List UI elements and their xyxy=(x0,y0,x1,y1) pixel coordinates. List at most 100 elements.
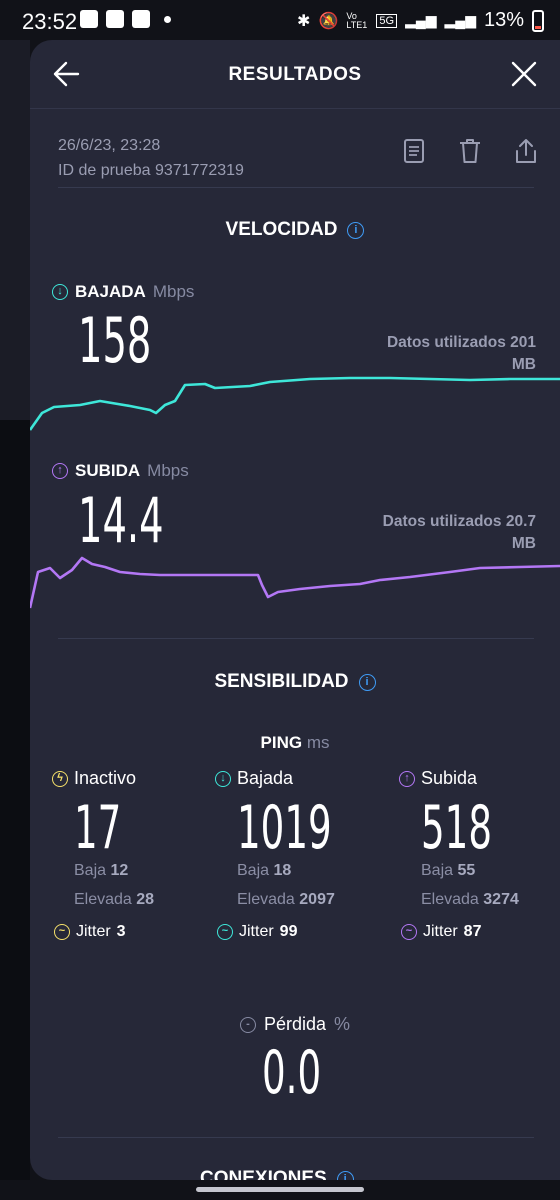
ping-download-high-value: 2097 xyxy=(299,891,335,908)
packet-loss-label: - Pérdida % xyxy=(240,1014,350,1035)
upload-label: ↑ SUBIDA Mbps xyxy=(52,461,189,481)
ping-upload-column: ↑ Subida 518 Baja 55 Elevada 3274 ~ Jitt… xyxy=(399,768,519,940)
ping-download-label-text: Bajada xyxy=(237,768,294,788)
signal-icon: ▂▄▆ xyxy=(405,12,437,28)
connections-section-title: CONEXIONES i xyxy=(200,1168,354,1180)
ping-idle-high-label: Elevada xyxy=(74,891,132,908)
results-header: RESULTADOS xyxy=(30,40,560,109)
status-time: 23:52 xyxy=(22,9,78,34)
upload-unit: Mbps xyxy=(147,461,189,480)
battery-percent: 13% xyxy=(483,9,524,31)
download-speed-value: 158 xyxy=(78,304,152,377)
status-bar: 23:52 ✱ 🔕 Vo LTE1 5G ▂▄▆ ▂▄▆ 13% xyxy=(0,0,560,40)
ping-idle-jitter-label: Jitter xyxy=(76,923,111,940)
packet-loss-unit: % xyxy=(334,1014,351,1034)
download-unit: Mbps xyxy=(152,282,195,301)
download-data-used-line1: Datos utilizados 201 xyxy=(386,334,536,351)
ping-download-high-label: Elevada xyxy=(237,891,295,908)
upload-speed-chart xyxy=(30,556,560,609)
upload-data-used-line1: Datos utilizados 20.7 xyxy=(382,513,536,530)
ping-download-jitter-label: Jitter xyxy=(239,923,274,940)
ping-download-jitter: ~ Jitter 99 xyxy=(217,923,297,941)
sensitivity-title-text: SENSIBILIDAD xyxy=(214,671,349,692)
jitter-icon: ~ xyxy=(54,924,70,940)
ping-download-high: Elevada 2097 xyxy=(237,891,335,909)
ping-idle-high-value: 28 xyxy=(136,891,155,908)
ping-idle-value: 17 xyxy=(74,793,122,863)
packet-loss-label-text: Pérdida xyxy=(264,1014,327,1034)
notification-icons xyxy=(80,10,171,28)
download-label-text: BAJADA xyxy=(75,282,146,301)
ping-download-value: 1019 xyxy=(237,793,332,863)
packet-loss-value: 0.0 xyxy=(262,1038,322,1108)
upload-arrow-icon: ↑ xyxy=(399,770,415,787)
divider xyxy=(58,638,534,639)
ping-upload-label-text: Subida xyxy=(421,768,478,788)
jitter-icon: ~ xyxy=(401,924,417,940)
test-id-label: ID de prueba xyxy=(58,162,151,179)
test-date: 26/6/23, 23:28 xyxy=(58,137,161,154)
ping-upload-value: 518 xyxy=(421,793,493,863)
signal2-icon: ▂▄▆ xyxy=(444,12,476,28)
download-speed-line xyxy=(30,376,560,431)
trash-icon[interactable] xyxy=(458,138,482,169)
velocity-info-icon[interactable]: i xyxy=(347,222,365,239)
upload-speed-value: 14.4 xyxy=(78,484,164,557)
battery-icon xyxy=(532,9,544,32)
close-icon[interactable] xyxy=(510,60,538,93)
volte-label: Vo LTE1 xyxy=(346,10,368,30)
velocity-title-text: VELOCIDAD xyxy=(225,219,338,240)
more-notifications-icon xyxy=(164,15,171,23)
ping-idle-label: ϟ Inactivo xyxy=(52,768,136,789)
ping-download-low: Baja 18 xyxy=(237,862,291,880)
download-arrow-icon: ↓ xyxy=(215,770,231,787)
ping-upload-jitter-value: 87 xyxy=(463,923,482,940)
test-id-value: 9371772319 xyxy=(154,162,244,179)
result-actions xyxy=(402,138,538,169)
velocity-section-title: VELOCIDAD i xyxy=(30,219,560,241)
ping-idle-low-label: Baja xyxy=(74,862,107,879)
app-notification-icon xyxy=(106,10,124,28)
connections-title-text: CONEXIONES xyxy=(200,1168,327,1180)
ping-idle-column: ϟ Inactivo 17 Baja 12 Elevada 28 ~ Jitte… xyxy=(52,768,154,940)
ping-download-low-value: 18 xyxy=(273,862,292,879)
upload-arrow-icon: ↑ xyxy=(52,463,68,479)
ping-download-label: ↓ Bajada xyxy=(215,768,293,789)
results-panel: RESULTADOS 26/6/23, 23:28 ID de prueba 9… xyxy=(30,40,560,1180)
sensitivity-section-title: SENSIBILIDAD i xyxy=(30,671,560,693)
ping-upload-jitter-label: Jitter xyxy=(423,923,458,940)
ping-upload-high: Elevada 3274 xyxy=(421,891,519,909)
ping-download-column: ↓ Bajada 1019 Baja 18 Elevada 2097 ~ Jit… xyxy=(215,768,335,940)
download-speed-chart xyxy=(30,376,560,431)
mute-icon: 🔕 xyxy=(318,12,339,30)
ping-upload-jitter: ~ Jitter 87 xyxy=(401,923,481,941)
ping-upload-low-value: 55 xyxy=(457,862,476,879)
ping-upload-low: Baja 55 xyxy=(421,862,475,880)
ping-unit: ms xyxy=(306,733,330,752)
ping-idle-high: Elevada 28 xyxy=(74,891,154,909)
ping-upload-low-label: Baja xyxy=(421,862,454,879)
test-meta: 26/6/23, 23:28 ID de prueba 9371772319 xyxy=(58,133,244,183)
ping-idle-low-value: 12 xyxy=(110,862,129,879)
ping-upload-high-label: Elevada xyxy=(421,891,479,908)
status-right: ✱ 🔕 Vo LTE1 5G ▂▄▆ ▂▄▆ 13% xyxy=(297,9,544,32)
sensitivity-info-icon[interactable]: i xyxy=(358,674,376,691)
ping-upload-label: ↑ Subida xyxy=(399,768,477,789)
upload-label-text: SUBIDA xyxy=(75,461,141,480)
ping-download-low-label: Baja xyxy=(237,862,270,879)
ping-idle-label-text: Inactivo xyxy=(74,768,137,788)
divider xyxy=(58,187,534,188)
ping-idle-low: Baja 12 xyxy=(74,862,128,880)
download-label: ↓ BAJADA Mbps xyxy=(52,282,194,302)
divider xyxy=(58,1137,534,1138)
connections-info-icon[interactable]: i xyxy=(336,1171,354,1180)
home-indicator[interactable] xyxy=(196,1187,364,1192)
ping-idle-jitter-value: 3 xyxy=(116,923,126,940)
test-id: ID de prueba 9371772319 xyxy=(58,158,244,183)
download-arrow-icon: ↓ xyxy=(52,284,68,300)
background-app-edge-lower xyxy=(0,420,30,1180)
jitter-icon: ~ xyxy=(217,924,233,940)
document-icon[interactable] xyxy=(402,138,426,169)
share-icon[interactable] xyxy=(514,138,538,169)
gallery-icon xyxy=(80,10,98,28)
